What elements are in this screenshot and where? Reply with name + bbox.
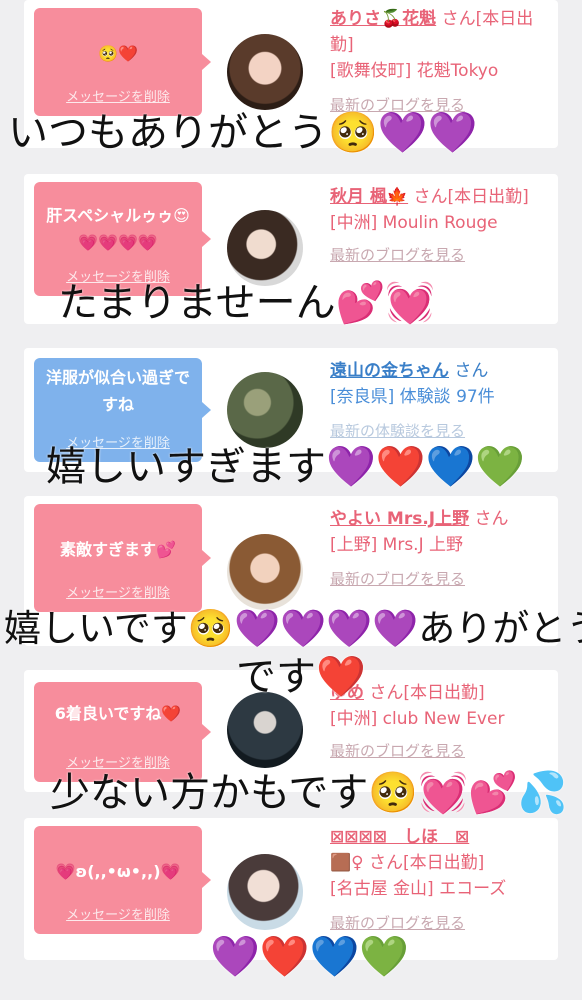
overlay-caption: いつもありがとう🥺💜💜	[8, 110, 478, 156]
cast-area: [名古屋 金山] エコーズ	[330, 879, 507, 899]
cast-status: さん	[474, 509, 509, 529]
cast-name-link[interactable]: ⊠⊠⊠⊠ しほ ⊠	[330, 827, 469, 847]
message-text: 洋服が似合い過ぎですね	[45, 368, 190, 414]
review-area: [奈良県] 体験談 97件	[330, 387, 495, 407]
message-bubble: 6着良いですね❤️ メッセージを削除	[34, 682, 211, 782]
overlay-caption: たまりませーん💕💓	[58, 280, 436, 326]
message-text: 💗ʚ(,,•ω•,,)💗	[55, 862, 181, 881]
message-text: 素敵すぎます💕	[60, 540, 176, 559]
cast-area: [上野] Mrs.J 上野	[330, 535, 464, 555]
delete-message-link[interactable]: メッセージを削除	[34, 90, 202, 106]
overlay-caption: 嬉しいすぎます💜❤️💙💚	[46, 444, 526, 490]
blog-link[interactable]: 最新のブログを見る	[330, 242, 550, 268]
cast-name-link[interactable]: ありさ🍒花魁	[330, 9, 436, 29]
delete-message-link[interactable]: メッセージを削除	[34, 908, 202, 924]
cast-status: さん[本日出勤]	[369, 853, 485, 873]
avatar[interactable]	[227, 854, 303, 930]
blog-link[interactable]: 最新のブログを見る	[330, 738, 550, 764]
cast-area: [歌舞伎町] 花魁Tokyo	[330, 61, 499, 81]
cast-status: さん[本日出勤]	[369, 683, 485, 703]
overlay-caption: 嬉しいです🥺💜💜💜💜ありがとう	[4, 607, 582, 650]
cast-status: さん[本日出勤]	[413, 187, 529, 207]
blog-link[interactable]: 最新のブログを見る	[330, 910, 550, 936]
message-bubble: 💗ʚ(,,•ω•,,)💗 メッセージを削除	[34, 826, 211, 934]
message-bubble: 🥺❤️ メッセージを削除	[34, 8, 211, 116]
message-text: 6着良いですね❤️	[54, 704, 182, 723]
cast-name-suffix: 🟫♀	[330, 853, 364, 873]
avatar[interactable]	[227, 534, 303, 610]
overlay-caption: 💜❤️💙💚	[210, 934, 410, 980]
avatar[interactable]	[227, 34, 303, 110]
avatar[interactable]	[227, 210, 303, 286]
overlay-caption: 少ない方かもです🥺💓💕💦	[50, 770, 568, 816]
delete-message-link[interactable]: メッセージを削除	[34, 586, 202, 602]
message-text: 🥺❤️	[98, 44, 138, 63]
cast-area: [中洲] club New Ever	[330, 709, 505, 729]
cast-name-link[interactable]: 秋月 楓🍁	[330, 187, 408, 207]
overlay-caption: です❤️	[236, 654, 366, 700]
avatar[interactable]	[227, 692, 303, 768]
cast-name-link[interactable]: やよい Mrs.J上野	[330, 509, 469, 529]
reviewer-suffix: さん	[454, 361, 489, 381]
blog-link[interactable]: 最新のブログを見る	[330, 566, 550, 592]
cast-area: [中洲] Moulin Rouge	[330, 213, 498, 233]
reviewer-name-link[interactable]: 遠山の金ちゃん	[330, 361, 449, 381]
review-link[interactable]: 最新の体験談を見る	[330, 418, 550, 444]
message-bubble: 肝スペシャルゥゥ😍💗💗💗💗 メッセージを削除	[34, 182, 211, 296]
message-text: 肝スペシャルゥゥ😍💗💗💗💗	[46, 206, 190, 252]
message-bubble: 素敵すぎます💕 メッセージを削除	[34, 504, 211, 612]
avatar[interactable]	[227, 372, 303, 448]
